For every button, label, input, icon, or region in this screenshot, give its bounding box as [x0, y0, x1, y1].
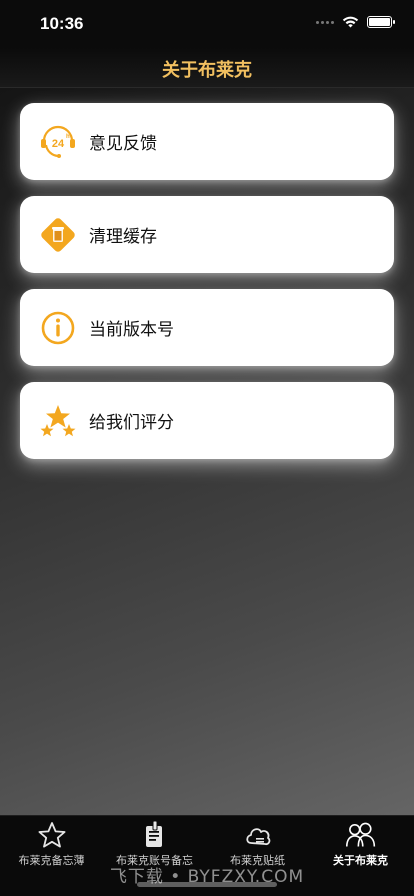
settings-menu: 24 h 意见反馈 清理缓存 当前版本号 给我们评分: [20, 103, 394, 475]
info-icon: [39, 309, 77, 347]
status-icons: [316, 16, 395, 28]
clear-cache-icon: [39, 216, 77, 254]
version-label: 当前版本号: [89, 320, 174, 340]
tab-about[interactable]: 关于布莱克: [309, 820, 412, 868]
tab-memo-book[interactable]: 布莱克备忘薄: [0, 820, 103, 868]
home-indicator[interactable]: [137, 882, 277, 887]
star-outline-icon: [36, 820, 68, 850]
svg-text:h: h: [66, 134, 70, 140]
sticker-icon: [242, 820, 274, 850]
navigation-bar: 关于布莱克: [0, 48, 414, 88]
clear-cache-label: 清理缓存: [89, 227, 157, 247]
status-time: 10:36: [40, 14, 84, 33]
cellular-signal-icon: [316, 20, 334, 24]
feedback-label: 意见反馈: [89, 134, 157, 154]
svg-text:24: 24: [52, 138, 65, 150]
wifi-icon: [342, 16, 359, 28]
version-menu-item[interactable]: 当前版本号: [20, 289, 394, 366]
people-icon: [345, 820, 377, 850]
rating-stars-icon: [39, 402, 77, 440]
rate-us-label: 给我们评分: [89, 413, 174, 433]
feedback-menu-item[interactable]: 24 h 意见反馈: [20, 103, 394, 180]
rate-us-menu-item[interactable]: 给我们评分: [20, 382, 394, 459]
support-24h-icon: 24 h: [39, 123, 77, 161]
tab-sticker[interactable]: 布莱克贴纸: [206, 820, 309, 868]
battery-icon: [367, 16, 395, 28]
account-note-icon: [139, 820, 171, 850]
clear-cache-menu-item[interactable]: 清理缓存: [20, 196, 394, 273]
tab-account-note[interactable]: 布莱克账号备忘: [103, 820, 206, 868]
page-title: 关于布莱克: [162, 60, 252, 81]
status-bar: 10:36: [0, 0, 414, 48]
